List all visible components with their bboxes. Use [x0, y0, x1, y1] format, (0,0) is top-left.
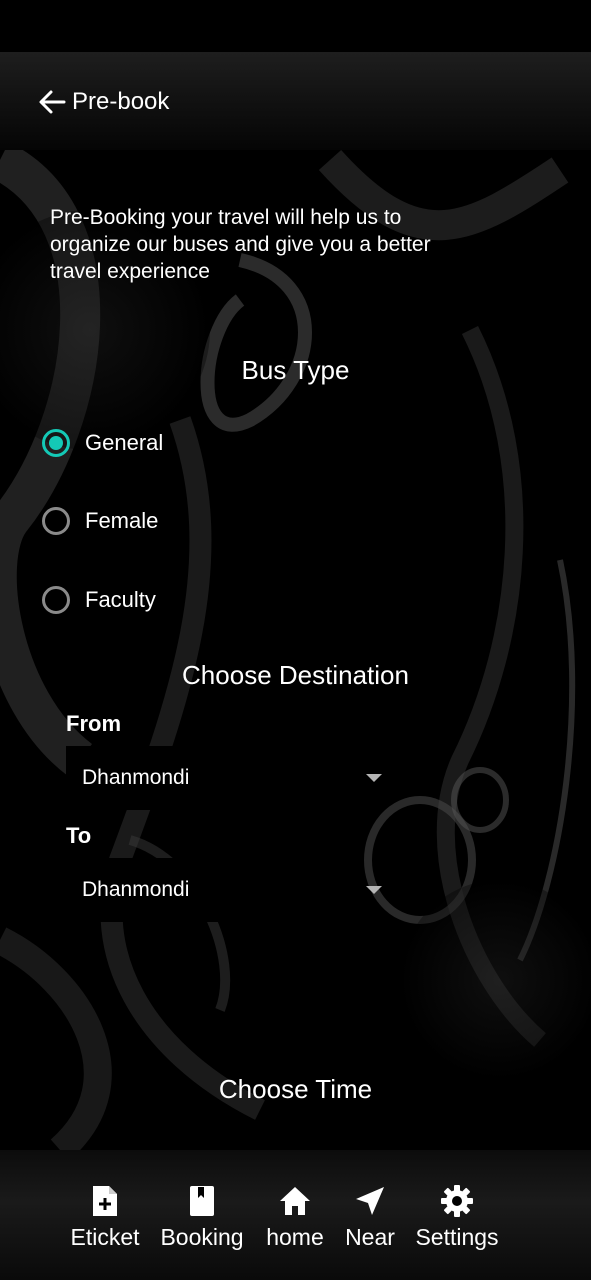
nav-item-home[interactable]: home — [261, 1184, 329, 1251]
home-icon — [280, 1187, 310, 1215]
nav-item-near[interactable]: Near — [340, 1184, 400, 1251]
nav-item-booking[interactable]: Booking — [155, 1184, 249, 1251]
nav-item-settings[interactable]: Settings — [410, 1184, 504, 1251]
main-content: Pre-Booking your travel will help us to … — [0, 150, 591, 1150]
from-selected-value: Dhanmondi — [82, 766, 190, 789]
radio-button-checked[interactable] — [42, 429, 70, 457]
to-selected-value: Dhanmondi — [82, 878, 190, 901]
bottom-navigation: Eticket Booking home Near Settings — [0, 1150, 591, 1280]
book-icon — [190, 1186, 214, 1216]
chevron-down-icon — [366, 886, 382, 894]
nav-label: Settings — [415, 1224, 499, 1250]
radio-label: Female — [85, 508, 159, 533]
radio-option-general[interactable]: General — [42, 425, 163, 461]
gear-icon — [441, 1185, 473, 1217]
app-bar: Pre-book — [0, 52, 591, 150]
radio-option-faculty[interactable]: Faculty — [42, 582, 156, 618]
from-dropdown[interactable]: Dhanmondi — [66, 746, 382, 810]
radio-option-female[interactable]: Female — [42, 503, 158, 539]
page-title: Pre-book — [72, 88, 170, 115]
radio-label: Faculty — [85, 587, 156, 612]
nav-label: Near — [345, 1224, 395, 1250]
time-title: Choose Time — [218, 1074, 373, 1104]
intro-text: Pre-Booking your travel will help us to … — [50, 206, 431, 283]
destination-title: Choose Destination — [182, 660, 409, 690]
status-bar — [0, 0, 591, 52]
radio-button[interactable] — [42, 586, 70, 614]
to-label: To — [66, 823, 92, 848]
radio-label: General — [85, 430, 164, 455]
arrow-left-icon[interactable] — [36, 86, 68, 118]
nav-label: Eticket — [70, 1224, 140, 1250]
chevron-down-icon — [366, 774, 382, 782]
navigation-icon — [356, 1187, 384, 1215]
radio-button[interactable] — [42, 507, 70, 535]
to-dropdown[interactable]: Dhanmondi — [66, 858, 382, 922]
bus-type-title: Bus Type — [241, 355, 350, 385]
nav-label: home — [266, 1224, 324, 1250]
nav-item-eticket[interactable]: Eticket — [64, 1184, 146, 1251]
from-label: From — [66, 711, 121, 736]
nav-label: Booking — [160, 1224, 244, 1250]
ticket-add-icon — [93, 1186, 117, 1216]
radio-dot — [49, 436, 63, 450]
